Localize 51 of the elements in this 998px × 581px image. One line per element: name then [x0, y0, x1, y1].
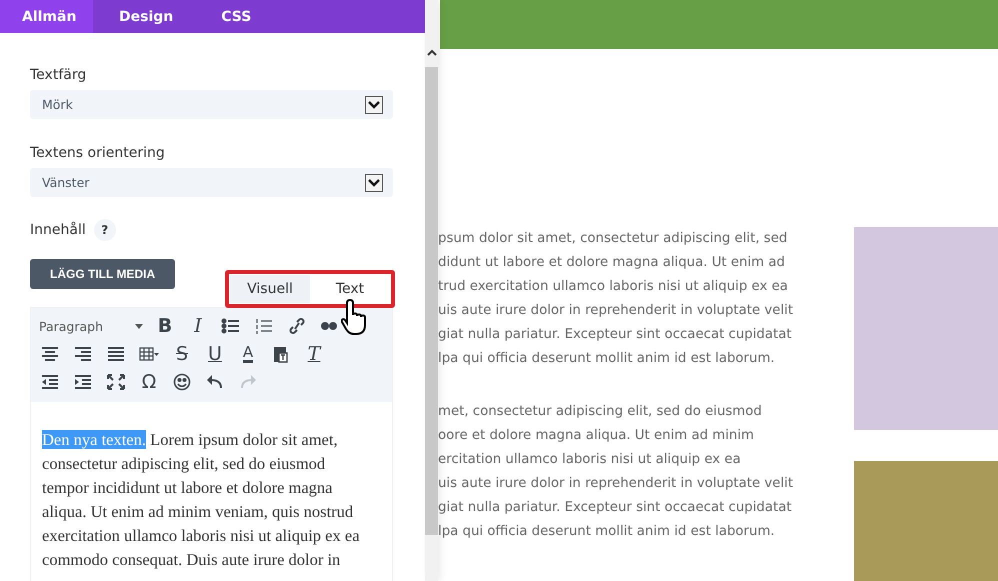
underline-tool[interactable]: U	[204, 343, 226, 365]
table-icon	[139, 345, 159, 363]
scrollbar[interactable]	[425, 0, 438, 581]
symbol-tool[interactable]: Ω	[138, 371, 160, 393]
format-dropdown[interactable]: Paragraph	[39, 318, 143, 334]
undo-icon	[205, 373, 225, 391]
text-line: met, consectetur adipiscing elit, sed do eiusmod	[438, 403, 763, 421]
chevron-up-icon	[426, 49, 436, 56]
italic-tool[interactable]: I	[187, 315, 209, 337]
text-line: uis aute irure dolor in reprehenderit in voluptate velit	[438, 302, 794, 320]
color-tool[interactable]: A	[237, 343, 259, 365]
bullets-icon	[221, 317, 241, 335]
field-label: Textfärg	[30, 67, 88, 83]
tab[interactable]: Allmän	[0, 0, 93, 33]
chevron-down-icon	[365, 174, 383, 192]
chevron-down-icon	[365, 96, 383, 114]
tab[interactable]: Design	[97, 0, 196, 33]
clear-tool[interactable]: T	[303, 343, 325, 365]
field-label: Innehåll	[30, 222, 86, 238]
fullscreen-tool[interactable]	[105, 371, 127, 393]
indent-icon	[73, 373, 93, 391]
emoji-icon	[172, 373, 192, 391]
redo-icon	[238, 373, 258, 391]
select-field[interactable]: Vänster	[30, 168, 393, 197]
text-line: lpa qui officia deserunt mollit anim id est laborum.	[438, 350, 776, 368]
justify-icon	[106, 345, 126, 363]
center-icon	[40, 345, 60, 363]
select-field[interactable]: Mörk	[30, 90, 393, 119]
text-line: oore et dolore magna aliqua. Ut enim ad minim	[438, 427, 756, 445]
numbers-icon	[254, 317, 274, 335]
editor-tab[interactable]: Visuell	[230, 275, 310, 303]
fullscreen-icon	[106, 373, 126, 391]
caret-icon	[135, 324, 143, 328]
text-line: ercitation ullamco laboris nisi ut aliquip ex ea	[438, 451, 742, 469]
field-label: Textens orientering	[30, 145, 166, 161]
text-line: uis aute irure dolor in reprehenderit in voluptate velit	[438, 475, 794, 493]
outdent-icon	[40, 373, 60, 391]
text-line: lpa qui officia deserunt mollit anim id est laborum.	[438, 523, 776, 541]
text-line: giat nulla pariatur. Excepteur sint occaecat cupidatat	[438, 326, 793, 344]
bold-tool[interactable]: B	[154, 315, 176, 337]
text-line: giat nulla pariatur. Excepteur sint occaecat cupidatat	[438, 499, 793, 517]
add-media-button[interactable]: LÄGG TILL MEDIA	[30, 259, 176, 289]
strike-tool[interactable]: S	[171, 343, 193, 365]
text-line: didunt ut labore et dolore magna aliqua. Ut enim ad	[438, 254, 786, 272]
text-line: trud exercitation ullamco laboris nisi ut aliquip ex ea	[438, 278, 789, 296]
right-icon	[73, 345, 93, 363]
tab[interactable]: CSS	[199, 0, 274, 33]
text-line: psum dolor sit amet, consectetur adipiscing elit, sed	[438, 230, 788, 248]
help-button[interactable]: ?	[94, 219, 116, 241]
emoji-tool[interactable]	[171, 371, 193, 393]
link-icon	[287, 317, 307, 335]
